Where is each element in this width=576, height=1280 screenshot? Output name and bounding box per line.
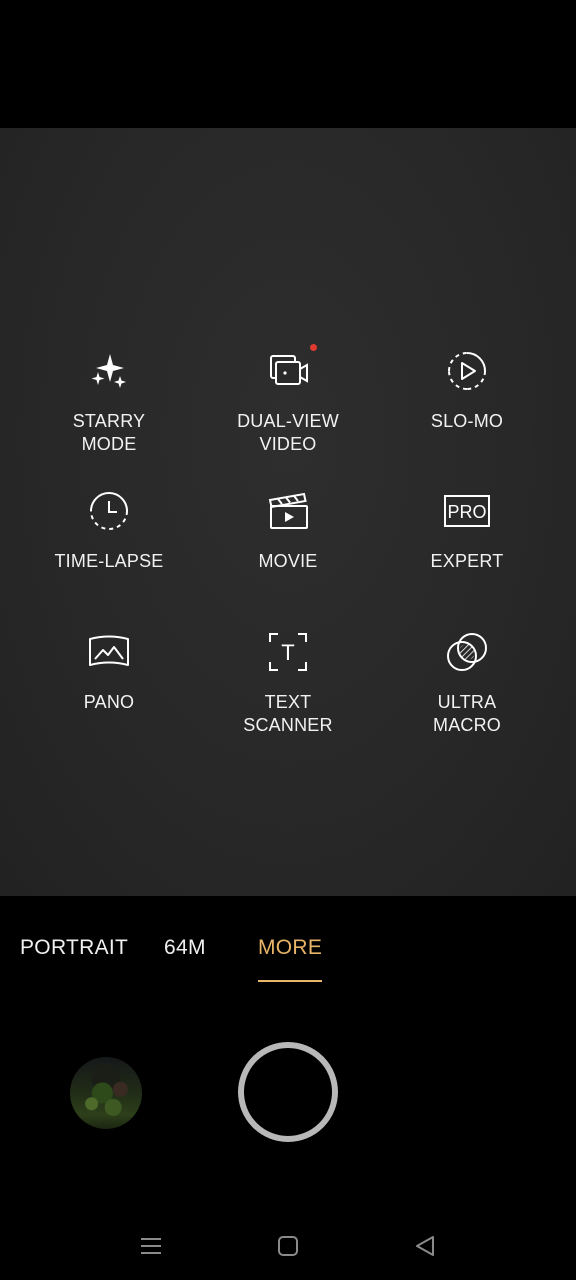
mode-label: TIME-LAPSE bbox=[54, 551, 164, 571]
new-badge-dot bbox=[310, 344, 317, 351]
active-tab-underline bbox=[258, 980, 323, 982]
mode-label: TEXT SCANNER bbox=[243, 692, 333, 735]
camera-screen: STARRY MODE DUAL-VIEW VIDEO SLO-MO TIME-… bbox=[0, 0, 576, 1280]
mode-grid: STARRY MODE DUAL-VIEW VIDEO SLO-MO TIME-… bbox=[0, 128, 576, 896]
mode-label: PANO bbox=[83, 692, 135, 712]
tab-portrait[interactable]: PORTRAIT bbox=[20, 936, 128, 960]
mode-expert[interactable]: PRO EXPERT bbox=[377, 488, 557, 608]
mode-label: STARRY MODE bbox=[72, 411, 146, 454]
tab-more-label: MORE bbox=[258, 936, 323, 959]
mode-time-lapse[interactable]: TIME-LAPSE bbox=[19, 488, 199, 608]
mode-dual-view-video[interactable]: DUAL-VIEW VIDEO bbox=[198, 344, 378, 468]
shutter-button[interactable] bbox=[238, 1042, 338, 1142]
mode-label: EXPERT bbox=[430, 551, 504, 571]
home-icon[interactable] bbox=[273, 1231, 303, 1261]
pro-icon: PRO bbox=[444, 488, 490, 534]
viewfinder: STARRY MODE DUAL-VIEW VIDEO SLO-MO TIME-… bbox=[0, 128, 576, 896]
sparkles-icon bbox=[86, 348, 132, 394]
tab-64m[interactable]: 64M bbox=[164, 936, 206, 960]
text-scan-glyph: T bbox=[281, 640, 294, 665]
mode-movie[interactable]: MOVIE bbox=[198, 488, 378, 608]
mode-label: DUAL-VIEW VIDEO bbox=[237, 411, 339, 454]
mode-text-scanner[interactable]: T TEXT SCANNER bbox=[198, 629, 378, 749]
mode-label: MOVIE bbox=[258, 551, 318, 571]
clapperboard-icon bbox=[265, 488, 311, 534]
mode-ultra-macro[interactable]: ULTRA MACRO bbox=[377, 629, 557, 749]
mode-strip: PORTRAIT 64M MORE bbox=[0, 936, 576, 986]
bottom-panel: PORTRAIT 64M MORE bbox=[0, 896, 576, 1280]
pro-icon-text: PRO bbox=[447, 502, 486, 522]
timer-icon bbox=[86, 488, 132, 534]
slow-motion-icon bbox=[444, 348, 490, 394]
panorama-icon bbox=[86, 629, 132, 675]
mode-label: ULTRA MACRO bbox=[433, 692, 501, 735]
top-bar bbox=[0, 0, 576, 128]
mode-starry-mode[interactable]: STARRY MODE bbox=[19, 348, 199, 468]
gallery-thumbnail[interactable] bbox=[70, 1057, 142, 1129]
dual-view-video-icon bbox=[265, 344, 317, 394]
recent-apps-icon[interactable] bbox=[136, 1231, 166, 1261]
mode-slo-mo[interactable]: SLO-MO bbox=[377, 348, 557, 468]
back-icon[interactable] bbox=[410, 1231, 440, 1261]
system-nav-bar bbox=[0, 1216, 576, 1280]
mode-label: SLO-MO bbox=[430, 411, 504, 431]
mode-pano[interactable]: PANO bbox=[19, 629, 199, 749]
macro-lens-icon bbox=[444, 629, 490, 675]
text-scan-icon: T bbox=[265, 629, 311, 675]
tab-more[interactable]: MORE bbox=[258, 936, 323, 982]
